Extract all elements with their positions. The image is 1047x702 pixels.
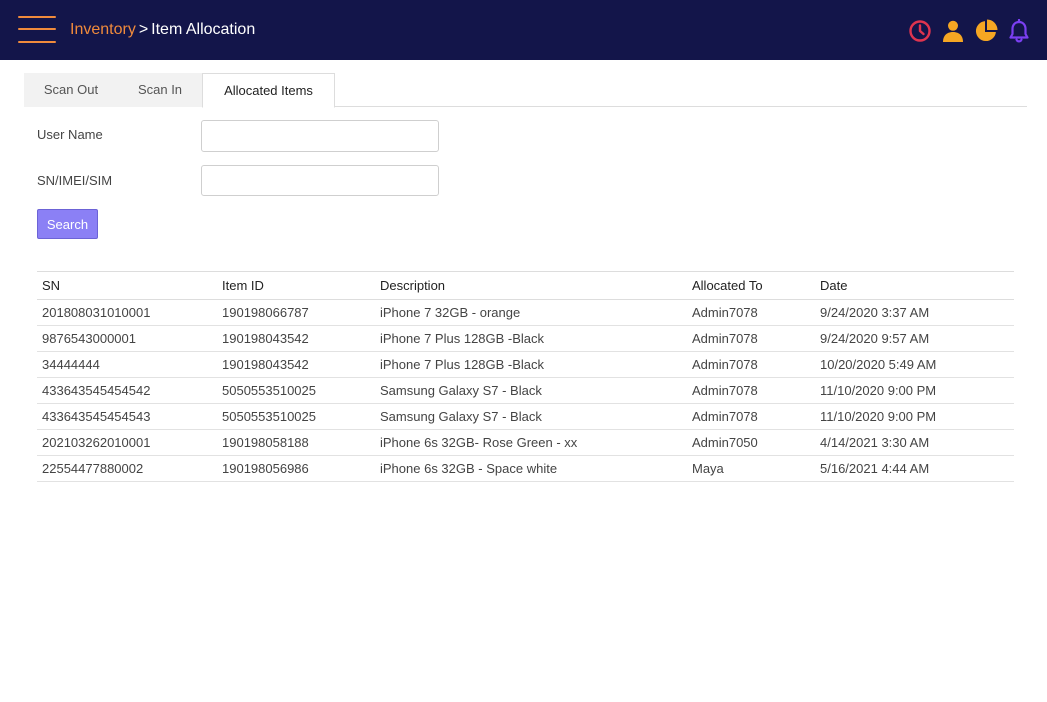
pie-chart-icon[interactable] bbox=[974, 19, 998, 43]
cell-item-id: 190198043542 bbox=[222, 357, 309, 372]
cell-item-id: 190198043542 bbox=[222, 331, 309, 346]
sn-imei-sim-label: SN/IMEI/SIM bbox=[37, 173, 113, 188]
cell-description: iPhone 7 Plus 128GB -Black bbox=[380, 357, 545, 372]
bell-icon[interactable] bbox=[1007, 19, 1031, 43]
search-button[interactable]: Search bbox=[37, 209, 98, 239]
clock-icon[interactable] bbox=[908, 19, 932, 43]
breadcrumb-inventory-link[interactable]: Inventory bbox=[70, 21, 136, 38]
top-bar: Inventory > Item Allocation bbox=[0, 0, 1047, 60]
user-icon[interactable] bbox=[941, 19, 965, 43]
cell-allocated-to: Admin7078 bbox=[692, 357, 758, 372]
cell-allocated-to: Admin7078 bbox=[692, 331, 758, 346]
page-title: Item Allocation bbox=[151, 21, 256, 38]
table-row[interactable]: 433643545454543 5050553510025 Samsung Ga… bbox=[37, 404, 1014, 430]
cell-sn: 9876543000001 bbox=[42, 331, 136, 346]
tab-allocated-items[interactable]: Allocated Items bbox=[202, 73, 335, 108]
cell-description: iPhone 6s 32GB - Space white bbox=[380, 461, 558, 476]
cell-sn: 34444444 bbox=[42, 357, 100, 372]
column-header-description[interactable]: Description bbox=[375, 272, 687, 300]
sn-imei-sim-input[interactable] bbox=[201, 165, 439, 196]
cell-item-id: 190198066787 bbox=[222, 305, 309, 320]
table-row[interactable]: 34444444 190198043542 iPhone 7 Plus 128G… bbox=[37, 352, 1014, 378]
cell-allocated-to: Admin7078 bbox=[692, 383, 758, 398]
cell-sn: 201808031010001 bbox=[42, 305, 151, 320]
cell-sn: 202103262010001 bbox=[42, 435, 151, 450]
cell-description: Samsung Galaxy S7 - Black bbox=[380, 383, 542, 398]
cell-item-id: 5050553510025 bbox=[222, 409, 316, 424]
cell-date: 4/14/2021 3:30 AM bbox=[820, 435, 930, 450]
table-row[interactable]: 201808031010001 190198066787 iPhone 7 32… bbox=[37, 300, 1014, 326]
cell-sn: 433643545454543 bbox=[42, 409, 151, 424]
user-name-input[interactable] bbox=[201, 120, 439, 152]
cell-date: 11/10/2020 9:00 PM bbox=[820, 383, 937, 398]
table-header-row: SN Item ID Description Allocated To Date bbox=[37, 271, 1014, 300]
cell-item-id: 5050553510025 bbox=[222, 383, 316, 398]
cell-sn: 433643545454542 bbox=[42, 383, 151, 398]
cell-date: 11/10/2020 9:00 PM bbox=[820, 409, 937, 424]
cell-description: iPhone 6s 32GB- Rose Green - xx bbox=[380, 435, 578, 450]
cell-item-id: 190198056986 bbox=[222, 461, 309, 476]
cell-date: 10/20/2020 5:49 AM bbox=[820, 357, 937, 372]
cell-allocated-to: Admin7078 bbox=[692, 409, 758, 424]
cell-description: Samsung Galaxy S7 - Black bbox=[380, 409, 542, 424]
cell-date: 9/24/2020 9:57 AM bbox=[820, 331, 930, 346]
breadcrumb-separator: > bbox=[138, 21, 149, 38]
cell-allocated-to: Admin7050 bbox=[692, 435, 758, 450]
cell-description: iPhone 7 32GB - orange bbox=[380, 305, 521, 320]
menu-icon[interactable] bbox=[18, 16, 56, 44]
tab-scan-out[interactable]: Scan Out bbox=[24, 73, 118, 107]
cell-item-id: 190198058188 bbox=[222, 435, 309, 450]
cell-allocated-to: Maya bbox=[692, 461, 724, 476]
table-row[interactable]: 22554477880002 190198056986 iPhone 6s 32… bbox=[37, 456, 1014, 482]
cell-date: 5/16/2021 4:44 AM bbox=[820, 461, 930, 476]
user-name-label: User Name bbox=[37, 127, 103, 142]
table-row[interactable]: 433643545454542 5050553510025 Samsung Ga… bbox=[37, 378, 1014, 404]
column-header-item-id[interactable]: Item ID bbox=[217, 272, 375, 300]
cell-sn: 22554477880002 bbox=[42, 461, 144, 476]
allocated-items-table: SN Item ID Description Allocated To Date… bbox=[37, 271, 1014, 482]
column-header-sn[interactable]: SN bbox=[37, 272, 217, 300]
table-row[interactable]: 9876543000001 190198043542 iPhone 7 Plus… bbox=[37, 326, 1014, 352]
column-header-allocated-to[interactable]: Allocated To bbox=[687, 272, 815, 300]
tab-bar: Scan Out Scan In Allocated Items bbox=[24, 73, 1027, 108]
breadcrumb: Inventory > Item Allocation bbox=[70, 20, 255, 40]
table-row[interactable]: 202103262010001 190198058188 iPhone 6s 3… bbox=[37, 430, 1014, 456]
header-actions bbox=[908, 18, 1031, 44]
column-header-date[interactable]: Date bbox=[815, 272, 1014, 300]
cell-allocated-to: Admin7078 bbox=[692, 305, 758, 320]
cell-date: 9/24/2020 3:37 AM bbox=[820, 305, 930, 320]
cell-description: iPhone 7 Plus 128GB -Black bbox=[380, 331, 545, 346]
tab-scan-in[interactable]: Scan In bbox=[118, 73, 202, 107]
